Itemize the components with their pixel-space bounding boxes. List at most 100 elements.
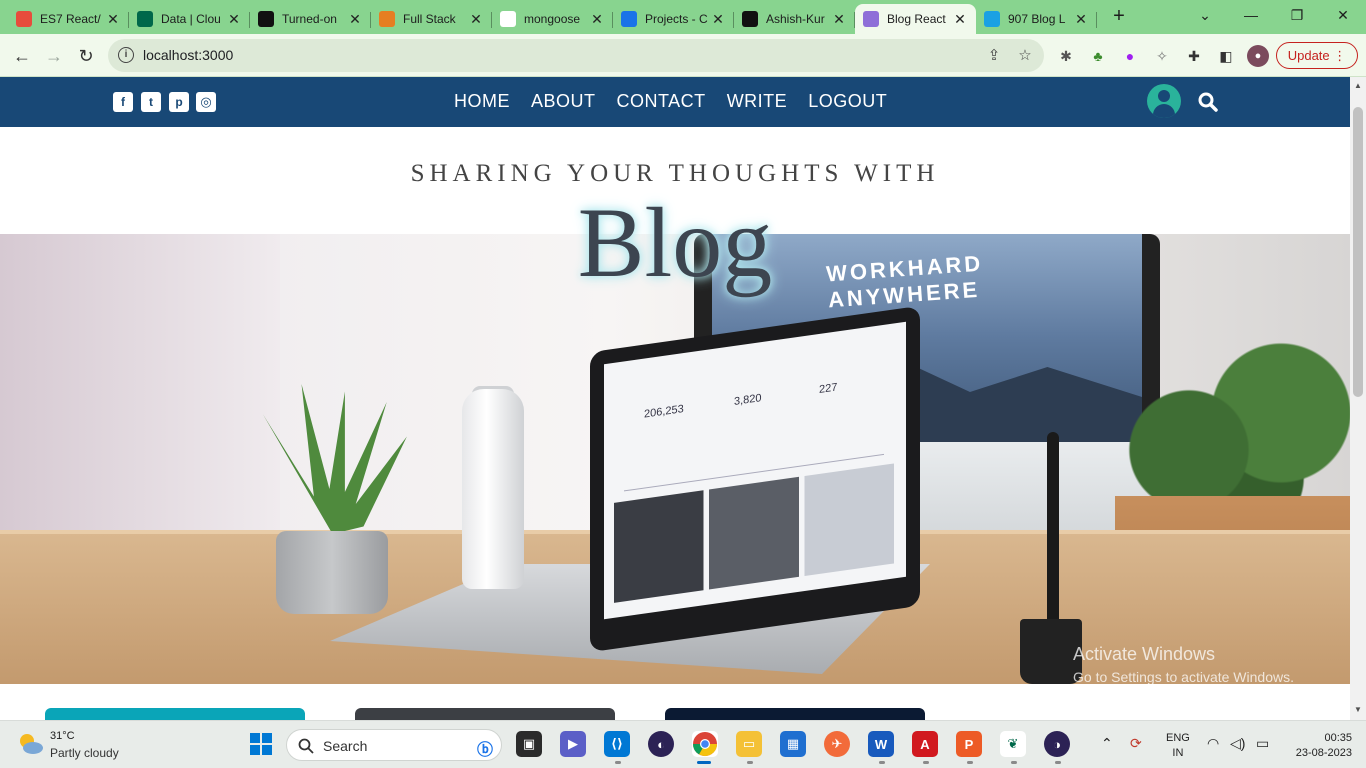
address-bar[interactable]: i localhost:3000 ⇪ ☆: [108, 39, 1044, 72]
water-bottle: [462, 389, 524, 589]
purple-extension-icon[interactable]: ●: [1119, 45, 1141, 67]
system-clock[interactable]: 00:35 23-08-2023: [1288, 731, 1352, 761]
close-tab-icon[interactable]: ✕: [710, 11, 726, 28]
bug-extension-icon[interactable]: ✱: [1055, 45, 1077, 67]
close-tab-icon[interactable]: ✕: [952, 11, 968, 28]
tree-extension-icon[interactable]: ♣: [1087, 45, 1109, 67]
bookmark-star-icon[interactable]: ☆: [1015, 46, 1035, 66]
browser-tab[interactable]: Projects - C ✕: [613, 4, 734, 34]
teams-chat-icon[interactable]: ▶: [560, 731, 586, 757]
close-window-icon[interactable]: ✕: [1320, 0, 1366, 30]
google-icon: [500, 11, 516, 27]
post-card[interactable]: [45, 708, 305, 720]
nav-link-logout[interactable]: LOGOUT: [808, 91, 887, 112]
activate-windows-subtitle: Go to Settings to activate Windows.: [1073, 669, 1294, 684]
battery-icon[interactable]: ▭: [1256, 735, 1269, 752]
vscode-icon[interactable]: ⟨⟩: [604, 731, 630, 757]
profile-avatar[interactable]: ●: [1247, 45, 1269, 67]
activate-windows-title: Activate Windows: [1073, 644, 1216, 664]
wifi-icon[interactable]: ◠: [1207, 735, 1219, 752]
nav-link-contact[interactable]: CONTACT: [617, 91, 706, 112]
reload-icon[interactable]: ↻: [73, 43, 99, 69]
nav-link-home[interactable]: HOME: [454, 91, 510, 112]
user-avatar-icon[interactable]: [1147, 84, 1181, 118]
mongodb-leaf-icon: [137, 11, 153, 27]
eclipse-ide-icon[interactable]: ◑: [1044, 731, 1070, 757]
microsoft-store-icon[interactable]: ▦: [780, 731, 806, 757]
close-tab-icon[interactable]: ✕: [105, 11, 121, 28]
browser-tab-title: Ashish-Kur: [766, 12, 825, 26]
volume-icon[interactable]: ◁): [1230, 735, 1245, 752]
site-info-icon[interactable]: i: [118, 47, 134, 63]
language-code: ENG: [1166, 732, 1190, 744]
extensions-puzzle-icon[interactable]: ✚: [1183, 45, 1205, 67]
pinterest-icon[interactable]: p: [169, 92, 189, 112]
stylus-pen: [1047, 432, 1059, 632]
browser-toolbar: ← → ↻ i localhost:3000 ⇪ ☆ ✱ ♣ ● ✧ ✚ ◧ ●…: [0, 34, 1366, 77]
facebook-icon[interactable]: f: [113, 92, 133, 112]
task-view-icon[interactable]: ▣: [516, 731, 542, 757]
word-icon[interactable]: W: [868, 731, 894, 757]
page-scrollbar[interactable]: ▲ ▼: [1350, 77, 1366, 720]
scrollbar-thumb[interactable]: [1353, 107, 1363, 397]
close-tab-icon[interactable]: ✕: [831, 11, 847, 28]
nav-link-about[interactable]: ABOUT: [531, 91, 596, 112]
acrobat-icon[interactable]: A: [912, 731, 938, 757]
show-hidden-icons-icon[interactable]: ⌃: [1101, 735, 1113, 752]
scroll-up-icon[interactable]: ▲: [1354, 81, 1362, 90]
company-logo-icon: [258, 11, 274, 27]
browser-tab-title: mongoose: [524, 12, 581, 26]
restore-icon[interactable]: ❐: [1274, 0, 1320, 30]
side-panel-icon[interactable]: ◧: [1215, 45, 1237, 67]
close-tab-icon[interactable]: ✕: [347, 11, 363, 28]
postman-icon[interactable]: ✈: [824, 731, 850, 757]
browser-tab-title: Turned-on: [282, 12, 337, 26]
page-viewport: f t p ◎ HOME ABOUT CONTACT WRITE LOGOUT …: [0, 77, 1350, 720]
taskbar-search[interactable]: Search ⓑ: [286, 729, 502, 761]
update-button[interactable]: Update ⋮: [1276, 42, 1358, 69]
browser-tab[interactable]: 907 Blog L ✕: [976, 4, 1097, 34]
new-tab-button[interactable]: +: [1108, 6, 1130, 28]
weather-description[interactable]: Partly cloudy: [50, 746, 119, 760]
close-tab-icon[interactable]: ✕: [226, 11, 242, 28]
instagram-icon[interactable]: ◎: [196, 92, 216, 112]
clock-date: 23-08-2023: [1295, 747, 1352, 759]
partly-cloudy-icon[interactable]: [16, 731, 44, 757]
url-text[interactable]: localhost:3000: [143, 47, 233, 63]
windows-store-icon: [16, 11, 32, 27]
browser-tab[interactable]: Blog React ✕: [855, 4, 976, 34]
search-icon[interactable]: [1198, 92, 1218, 112]
post-card[interactable]: [665, 708, 925, 720]
back-icon[interactable]: ←: [9, 43, 35, 69]
scroll-down-icon[interactable]: ▼: [1354, 705, 1362, 714]
forward-icon[interactable]: →: [41, 43, 67, 69]
share-icon[interactable]: ⇪: [984, 46, 1004, 66]
minimize-icon[interactable]: —: [1228, 0, 1274, 30]
bing-icon[interactable]: ⓑ: [477, 736, 493, 760]
browser-tab[interactable]: ES7 React/ ✕: [8, 4, 129, 34]
browser-tab[interactable]: Data | Clou ✕: [129, 4, 250, 34]
nav-link-write[interactable]: WRITE: [727, 91, 788, 112]
windows-start-icon[interactable]: [248, 731, 274, 757]
eclipse-icon[interactable]: ◐: [648, 731, 674, 757]
browser-tab[interactable]: Ashish-Kur ✕: [734, 4, 855, 34]
tab-search-icon[interactable]: ⌄: [1182, 0, 1228, 30]
chrome-icon[interactable]: [692, 731, 718, 757]
file-explorer-icon[interactable]: ▭: [736, 731, 762, 757]
nav-links: HOME ABOUT CONTACT WRITE LOGOUT: [454, 91, 908, 112]
laptop-stat: 206,253: [644, 403, 684, 421]
close-tab-icon[interactable]: ✕: [589, 11, 605, 28]
browser-tab[interactable]: Turned-on ✕: [250, 4, 371, 34]
close-tab-icon[interactable]: ✕: [468, 11, 484, 28]
post-card[interactable]: [355, 708, 615, 720]
sparkle-extension-icon[interactable]: ✧: [1151, 45, 1173, 67]
powerpoint-icon[interactable]: P: [956, 731, 982, 757]
mongodb-compass-icon[interactable]: ❦: [1000, 731, 1026, 757]
language-indicator[interactable]: ENG IN: [1166, 731, 1190, 761]
weather-temperature[interactable]: 31°C: [50, 730, 75, 742]
browser-tab[interactable]: mongoose ✕: [492, 4, 613, 34]
close-tab-icon[interactable]: ✕: [1073, 11, 1089, 28]
browser-tab[interactable]: Full Stack ✕: [371, 4, 492, 34]
sync-icon[interactable]: ⟳: [1130, 735, 1142, 752]
twitter-icon[interactable]: t: [141, 92, 161, 112]
